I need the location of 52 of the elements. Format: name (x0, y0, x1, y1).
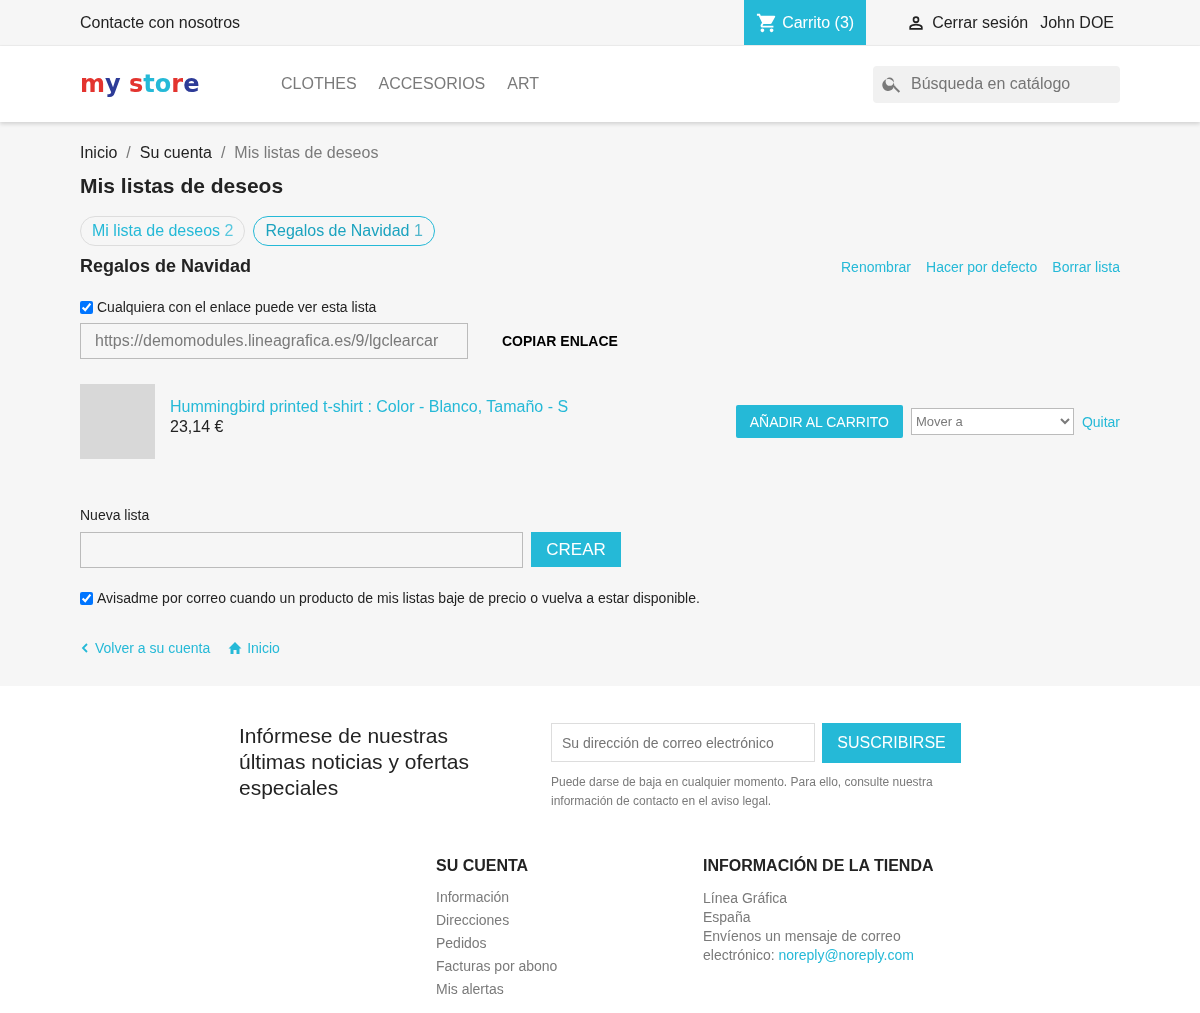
user-name[interactable]: John DOE (1040, 13, 1114, 32)
footer-link[interactable]: Mis alertas (436, 981, 703, 997)
footer-heading: SU CUENTA (436, 857, 530, 875)
back-link[interactable]: Volver a su cuenta (95, 640, 211, 656)
share-checkbox[interactable] (80, 300, 93, 314)
new-list-field[interactable] (80, 532, 523, 568)
notify-checkbox[interactable] (80, 591, 93, 605)
menu-item[interactable]: ACCESORIOS (378, 75, 486, 93)
page-title: Mis listas de deseos (80, 174, 285, 198)
home-icon (228, 642, 243, 654)
search-field[interactable]: Búsqueda en catálogo (873, 65, 1120, 103)
new-list-label: Nueva lista (80, 507, 151, 523)
footer-link[interactable]: Información (436, 889, 703, 905)
footer-heading: INFORMACIÓN DE LA TIENDA (703, 857, 935, 875)
copy-link-button[interactable]: COPIAR ENLACE (496, 332, 624, 350)
logout-link[interactable]: Cerrar sesión (932, 13, 1029, 32)
list-title: Regalos de Navidad (80, 256, 252, 277)
share-label: Cualquiera con el enlace puede ver esta lista (97, 299, 377, 315)
create-button[interactable]: CREAR (531, 532, 621, 567)
breadcrumb-separator: / (220, 144, 226, 162)
newsletter-note: Puede darse de baja en cualquier momento. Para ello, consulte nuestra información de contacto en el aviso legal. (551, 774, 934, 810)
newsletter-email-field[interactable]: Su dirección de correo electrónico (551, 723, 815, 762)
store-info-text: electrónico: (703, 947, 775, 963)
add-to-cart-button[interactable]: AÑADIR AL CARRITO (735, 405, 903, 438)
share-url-field[interactable]: https://demomodules.lineagrafica.es/9/lgclearcar (80, 323, 468, 359)
product-price: 23,14 € (170, 417, 225, 436)
store-info-text: Envíenos un mensaje de correo (703, 927, 902, 946)
store-info-text: España (703, 908, 752, 927)
breadcrumb-separator: / (126, 144, 131, 162)
move-to-dropdown[interactable]: Mover a (910, 408, 1074, 435)
newsletter-title: Infórmese de nuestras últimas noticias y ofertas especiales (239, 723, 470, 801)
subscribe-button[interactable]: SUSCRIBIRSE (822, 723, 961, 763)
chevron-left-icon (80, 642, 90, 654)
list-action-link[interactable]: Borrar lista (1052, 258, 1120, 275)
footer-link[interactable]: Pedidos (436, 935, 703, 951)
product-name-link[interactable]: Hummingbird printed t-shirt : Color - Blanco, Tamaño - S (170, 397, 736, 416)
contact-link[interactable]: Contacte con nosotros (80, 13, 241, 32)
remove-link[interactable]: Quitar (1081, 413, 1120, 430)
footer-link[interactable]: Facturas por abono (436, 958, 703, 974)
footer-link[interactable]: Direcciones (436, 912, 703, 928)
breadcrumb-link[interactable]: Inicio (80, 144, 118, 162)
email-link[interactable]: noreply@noreply.com (778, 947, 914, 963)
cart-button[interactable]: Carrito (3) (744, 0, 867, 45)
home-link[interactable]: Inicio (247, 640, 280, 656)
list-action-link[interactable]: Hacer por defecto (926, 258, 1038, 275)
store-info-text: Línea Gráfica (703, 889, 789, 908)
menu-item[interactable]: CLOTHES (281, 75, 357, 93)
notify-label: Avisadme por correo cuando un producto de mis listas baje de precio o vuelva a estar disponible. (97, 590, 700, 606)
breadcrumb-link[interactable]: Su cuenta (139, 144, 212, 162)
list-action-link[interactable]: Renombrar (841, 258, 911, 275)
store-logo[interactable]: my store (80, 70, 281, 98)
menu-item[interactable]: ART (507, 75, 539, 93)
